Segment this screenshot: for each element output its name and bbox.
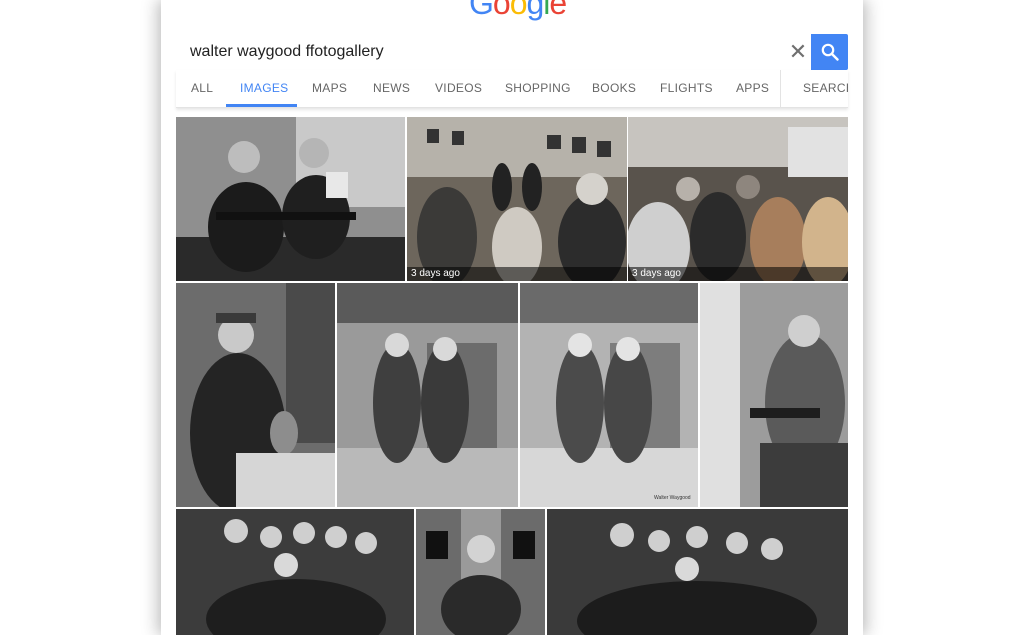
- tab-flights[interactable]: FLIGHTS: [660, 70, 713, 107]
- photo-thumbnail: [407, 117, 627, 281]
- image-result[interactable]: [337, 283, 518, 507]
- results-panel: Google walter waygood ffotogallery ✕ ALL…: [161, 0, 863, 635]
- image-result[interactable]: [700, 283, 848, 507]
- image-result[interactable]: [176, 283, 335, 507]
- result-age-badge: 3 days ago: [628, 267, 848, 281]
- photo-thumbnail: [176, 509, 414, 635]
- photo-thumbnail: [547, 509, 848, 635]
- result-age-badge: 3 days ago: [407, 267, 627, 281]
- logo-letter: g: [526, 0, 544, 21]
- tab-search-tools[interactable]: SEARCH: [803, 70, 848, 107]
- image-result[interactable]: [176, 117, 405, 281]
- search-button[interactable]: [811, 34, 848, 70]
- tab-shopping[interactable]: SHOPPING: [505, 70, 571, 107]
- tab-all[interactable]: ALL: [191, 70, 213, 107]
- photo-thumbnail: [700, 283, 848, 507]
- google-logo[interactable]: Google: [469, 0, 567, 21]
- logo-letter: o: [509, 0, 528, 21]
- active-tab-indicator: [226, 104, 297, 107]
- search-tabs: ALL IMAGES MAPS NEWS VIDEOS SHOPPING BOO…: [176, 70, 848, 108]
- tab-divider: [780, 70, 781, 107]
- search-input[interactable]: walter waygood ffotogallery: [190, 43, 384, 61]
- image-result[interactable]: Walter Waygood: [520, 283, 698, 507]
- logo-letter: G: [469, 0, 494, 21]
- image-result[interactable]: [176, 509, 414, 635]
- tab-images[interactable]: IMAGES: [240, 70, 288, 107]
- logo-letter: e: [549, 0, 567, 21]
- search-bar: walter waygood ffotogallery ✕: [176, 34, 848, 71]
- photo-caption: Walter Waygood: [654, 495, 691, 501]
- photo-thumbnail: [176, 283, 335, 507]
- photo-thumbnail: [337, 283, 518, 507]
- tab-news[interactable]: NEWS: [373, 70, 410, 107]
- photo-thumbnail: [416, 509, 545, 635]
- close-icon[interactable]: ✕: [786, 40, 810, 64]
- image-result[interactable]: 3 days ago: [628, 117, 848, 281]
- image-result[interactable]: 3 days ago: [407, 117, 627, 281]
- tab-books[interactable]: BOOKS: [592, 70, 636, 107]
- photo-thumbnail: [176, 117, 405, 281]
- tab-maps[interactable]: MAPS: [312, 70, 347, 107]
- tab-videos[interactable]: VIDEOS: [435, 70, 482, 107]
- photo-thumbnail: [628, 117, 848, 281]
- search-icon: [821, 43, 839, 61]
- image-result[interactable]: [547, 509, 848, 635]
- logo-letter: o: [492, 0, 511, 21]
- tab-apps[interactable]: APPS: [736, 70, 769, 107]
- image-result[interactable]: [416, 509, 545, 635]
- photo-thumbnail: [520, 283, 698, 507]
